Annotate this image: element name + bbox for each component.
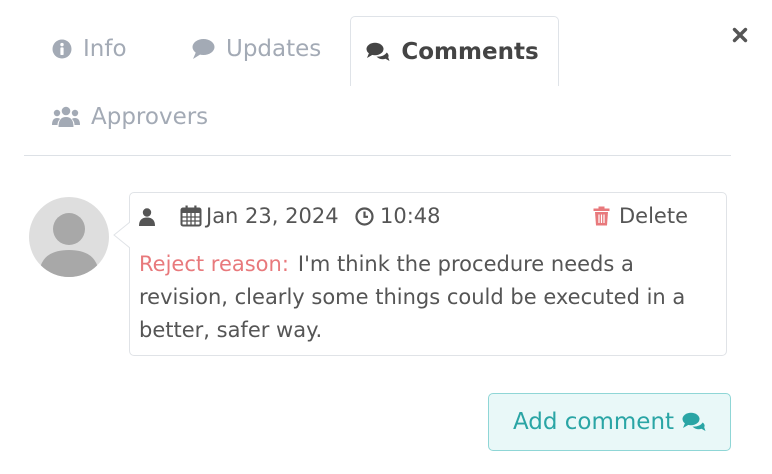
reject-reason-label: Reject reason: [139,252,289,276]
comment-date: Jan 23, 2024 [180,204,339,228]
tab-comments-label: Comments [401,38,539,65]
delete-comment-button[interactable]: Delete [593,204,688,228]
add-comment-button[interactable]: Add comment [488,393,731,451]
tab-approvers[interactable]: Approvers [52,104,208,130]
tabs-divider [24,155,731,156]
delete-label: Delete [619,204,688,228]
comment-time: 10:48 [355,204,441,228]
comment-pointer [113,222,131,248]
comments-icon [682,412,706,432]
user-avatar-icon [39,213,99,277]
users-icon [52,106,80,128]
calendar-icon [180,205,202,227]
close-icon [732,27,748,47]
tab-updates[interactable]: Updates [191,36,321,62]
comments-icon [366,42,390,62]
tab-comments[interactable]: Comments [350,16,559,86]
tab-approvers-label: Approvers [91,104,209,130]
author-icon [139,208,155,226]
comment-time-text: 10:48 [380,204,441,228]
info-circle-icon [52,39,72,59]
clock-icon [355,206,374,226]
tab-info-label: Info [83,36,127,62]
trash-icon [593,206,610,226]
comment-date-text: Jan 23, 2024 [206,204,339,228]
add-comment-label: Add comment [512,409,675,435]
close-button[interactable] [730,26,750,48]
comment-body: Reject reason: I'm think the procedure ne… [139,248,714,347]
tab-updates-label: Updates [226,36,322,62]
speech-bubble-icon [191,38,215,60]
avatar [29,197,109,277]
tab-info[interactable]: Info [52,36,127,62]
